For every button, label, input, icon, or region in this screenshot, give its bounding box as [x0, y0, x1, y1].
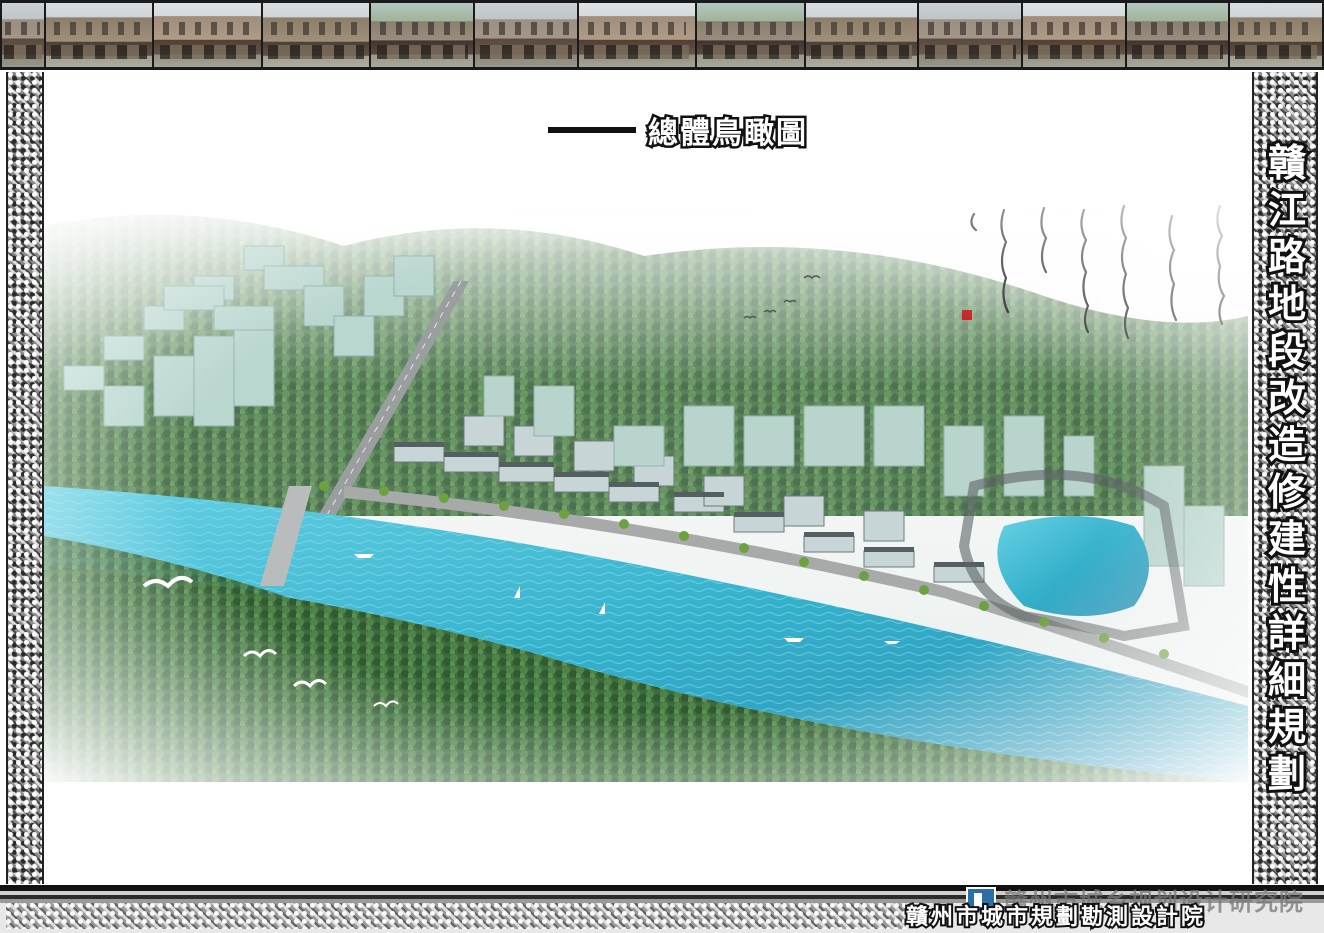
page-title: 總體鳥瞰圖 — [646, 114, 809, 154]
frame-left-border — [6, 72, 44, 884]
facade-photo — [262, 3, 370, 67]
aerial-view-svg — [44, 186, 1248, 782]
facade-photo — [805, 3, 918, 67]
bottom-pattern — [6, 903, 906, 929]
project-title-vertical: 贛江路地段改造修建性詳細規劃 — [1265, 138, 1309, 799]
facade-photo — [919, 3, 1022, 67]
facade-photo — [697, 3, 804, 67]
title-rule — [548, 127, 636, 133]
facade-photo — [45, 3, 153, 67]
facade-photo — [371, 3, 474, 67]
facade-photo — [1126, 3, 1229, 67]
facade-photo — [1230, 3, 1322, 67]
facade-photo — [1023, 3, 1125, 67]
institute-name-main: 贛州市城市規劃勘測設計院 — [904, 903, 1207, 932]
facade-photo — [154, 3, 261, 67]
planning-poster: 贛江路地段改造修建性詳細規劃 總體鳥瞰圖 赣州市城乡规划设计研究院 贛州市城市規… — [0, 0, 1324, 933]
title-block: 總體鳥瞰圖 — [548, 108, 809, 154]
bottom-bar: 赣州市城乡规划设计研究院 贛州市城市規劃勘測設計院 — [0, 885, 1324, 933]
aerial-view-rendering — [44, 186, 1248, 782]
facade-photo — [475, 3, 577, 67]
facade-photo-strip — [0, 0, 1324, 70]
facade-photo — [2, 3, 44, 67]
facade-photo — [578, 3, 696, 67]
